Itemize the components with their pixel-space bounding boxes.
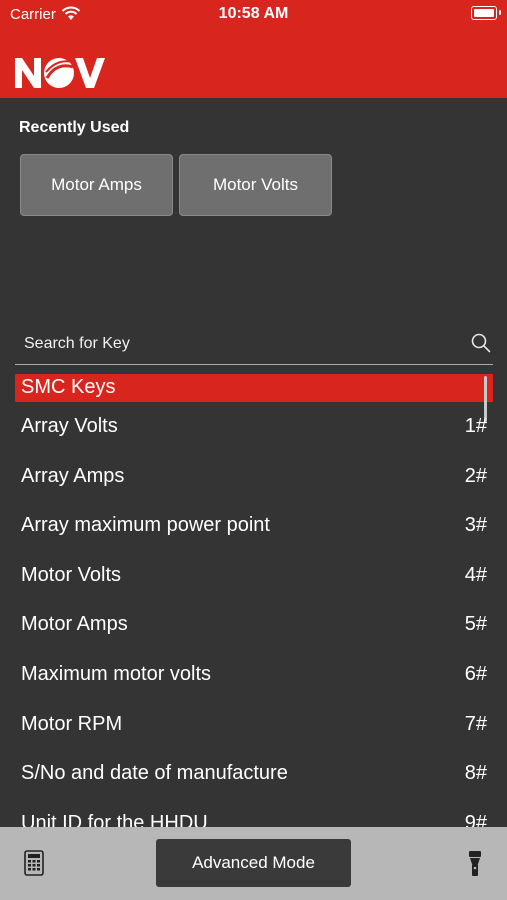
item-key: 1# (464, 415, 487, 437)
item-key: 9# (464, 811, 487, 828)
search-icon[interactable] (471, 333, 491, 353)
key-list: Array Volts 1# Array Amps 2# Array maximum… (0, 402, 507, 828)
item-label: Motor Volts (21, 563, 122, 586)
item-key: 7# (464, 712, 487, 735)
item-label: S/No and date of manufacture (21, 762, 288, 785)
list-item[interactable]: Motor RPM 7# (0, 700, 507, 750)
item-label: Maximum motor volts (21, 662, 212, 685)
item-key: 8# (464, 762, 487, 785)
app-header: Carrier 10:58 AM (0, 0, 507, 98)
recent-motor-volts-button[interactable]: Motor Volts (179, 154, 332, 216)
list-item[interactable]: Unit ID for the HHDU 9# (0, 799, 507, 828)
advanced-mode-button[interactable]: Advanced Mode (156, 839, 351, 887)
item-key: 3# (464, 514, 487, 537)
battery-icon (471, 6, 497, 20)
item-key: 5# (464, 613, 487, 636)
item-label: Array Amps (21, 464, 125, 487)
search-input[interactable] (15, 324, 466, 364)
item-label: Motor Amps (21, 613, 128, 636)
bottom-toolbar: Advanced Mode (0, 827, 507, 900)
list-item[interactable]: Motor Amps 5# (0, 600, 507, 650)
flashlight-icon[interactable] (468, 850, 482, 877)
section-title: SMC Keys (21, 376, 116, 398)
list-item[interactable]: Maximum motor volts 6# (0, 650, 507, 700)
item-label: Motor RPM (21, 712, 123, 735)
search-bar (15, 324, 493, 365)
list-item[interactable]: Array Amps 2# (0, 452, 507, 502)
item-label: Array maximum power point (21, 514, 270, 537)
keypad-icon[interactable] (24, 850, 44, 876)
list-item[interactable]: S/No and date of manufacture 8# (0, 749, 507, 799)
item-label: Unit ID for the HHDU (21, 811, 208, 828)
item-label: Array Volts (21, 415, 118, 437)
nov-logo (15, 58, 105, 88)
recent-motor-amps-button[interactable]: Motor Amps (20, 154, 173, 216)
recently-used-heading: Recently Used (19, 119, 130, 136)
list-item[interactable]: Array maximum power point 3# (0, 501, 507, 551)
clock: 10:58 AM (218, 5, 289, 22)
item-key: 4# (464, 563, 487, 586)
list-item[interactable]: Array Volts 1# (0, 402, 507, 452)
item-key: 2# (464, 464, 487, 487)
list-item[interactable]: Motor Volts 4# (0, 551, 507, 601)
status-bar: Carrier 10:58 AM (0, 0, 507, 30)
item-key: 6# (464, 662, 487, 685)
section-header-smc-keys: SMC Keys (15, 374, 493, 402)
